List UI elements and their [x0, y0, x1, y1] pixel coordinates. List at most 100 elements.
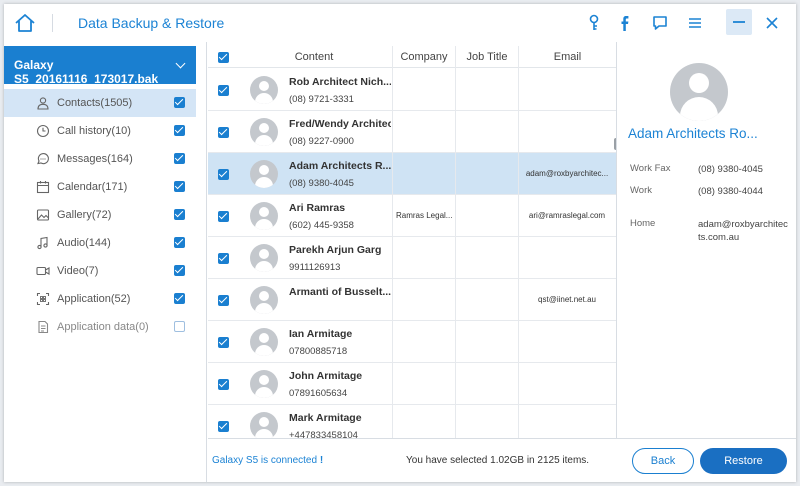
sidebar-item-call-history[interactable]: Call history(10): [4, 117, 196, 145]
column-header-content[interactable]: Content: [236, 46, 392, 68]
select-all-checkbox[interactable]: [218, 52, 229, 63]
category-list: Contacts(1505) Call history(10) Messages(1…: [4, 89, 196, 341]
device-backup-label: Galaxy S5_20161116_173017.bak: [14, 58, 159, 86]
column-header-job-title[interactable]: Job Title: [455, 46, 518, 68]
contact-name-cell: Parekh Arjun Garg: [289, 244, 382, 256]
table-row[interactable]: John Armitage 07891605634: [208, 363, 616, 405]
sidebar-item-label: Call history(10): [57, 125, 131, 137]
category-checkbox[interactable]: [174, 237, 185, 248]
category-checkbox[interactable]: [174, 265, 185, 276]
sidebar-item-label: Calendar(171): [57, 181, 128, 193]
connection-status: Galaxy S5 is connected !: [212, 455, 323, 466]
footer-bar: Galaxy S5 is connected ! You have select…: [208, 438, 796, 482]
row-checkbox[interactable]: [218, 127, 229, 138]
title-bar: Data Backup & Restore: [4, 4, 796, 42]
column-header-email[interactable]: Email: [518, 46, 616, 68]
avatar: [250, 76, 278, 104]
contact-phone-cell: 07800885718: [289, 346, 348, 357]
avatar: [250, 286, 278, 314]
company-cell: Ramras Legal...: [396, 211, 453, 220]
table-row[interactable]: Rob Architect Nich... (08) 9721-3331: [208, 69, 616, 111]
contact-phone-cell: (602) 445-9358: [289, 220, 354, 231]
sidebar-item-contacts[interactable]: Contacts(1505): [4, 89, 196, 117]
facebook-icon[interactable]: [615, 13, 635, 33]
minimize-button[interactable]: [726, 9, 752, 35]
category-checkbox[interactable]: [174, 125, 185, 136]
email-cell: qst@iinet.net.au: [538, 295, 596, 304]
table-row[interactable]: Parekh Arjun Garg 9911126913: [208, 237, 616, 279]
table-row[interactable]: Armanti of Busselt... qst@iinet.net.au: [208, 279, 616, 321]
contact-name-cell: Ari Ramras: [289, 202, 346, 214]
contacts-table: Content Company Job Title Email Rob Arch…: [208, 42, 616, 438]
contact-name-cell: Mark Armitage: [289, 412, 362, 424]
video-icon: [36, 264, 50, 278]
chevron-down-icon: [175, 58, 186, 69]
clock-icon: [36, 124, 50, 138]
avatar: [250, 328, 278, 356]
back-button[interactable]: Back: [632, 448, 694, 474]
category-checkbox[interactable]: [174, 321, 185, 332]
sidebar-item-label: Contacts(1505): [57, 97, 133, 109]
row-checkbox[interactable]: [218, 169, 229, 180]
row-checkbox[interactable]: [218, 85, 229, 96]
field-label-home: Home: [630, 218, 656, 229]
category-checkbox[interactable]: [174, 293, 185, 304]
row-checkbox[interactable]: [218, 421, 229, 432]
avatar: [250, 160, 278, 188]
sidebar-item-audio[interactable]: Audio(144): [4, 229, 196, 257]
row-checkbox[interactable]: [218, 379, 229, 390]
sidebar-item-messages[interactable]: Messages(164): [4, 145, 196, 173]
key-icon[interactable]: [584, 13, 604, 33]
sidebar-item-application-data[interactable]: Application data(0): [4, 313, 196, 341]
sidebar-item-gallery[interactable]: Gallery(72): [4, 201, 196, 229]
contact-phone-cell: 07891605634: [289, 388, 348, 399]
column-header-company[interactable]: Company: [392, 46, 455, 68]
row-checkbox[interactable]: [218, 211, 229, 222]
email-cell: adam@roxbyarchitec...: [525, 169, 609, 178]
field-label-work-fax: Work Fax: [630, 163, 671, 174]
category-checkbox[interactable]: [174, 153, 185, 164]
avatar: [250, 412, 278, 438]
close-icon[interactable]: [762, 13, 782, 33]
category-checkbox[interactable]: [174, 181, 185, 192]
row-checkbox[interactable]: [218, 253, 229, 264]
table-row[interactable]: Adam Architects R... (08) 9380-4045 adam@r…: [208, 153, 616, 195]
app-window: Data Backup & Restore Galaxy S5_20161116…: [4, 4, 796, 482]
device-backup-dropdown[interactable]: Galaxy S5_20161116_173017.bak: [4, 46, 196, 86]
table-row[interactable]: Mark Armitage +447833458104: [208, 405, 616, 438]
sidebar-item-video[interactable]: Video(7): [4, 257, 196, 285]
app-title: Data Backup & Restore: [78, 15, 225, 31]
table-row[interactable]: Ian Armitage 07800885718: [208, 321, 616, 363]
contact-name-cell: Armanti of Busselt...: [289, 286, 391, 298]
restore-button[interactable]: Restore: [700, 448, 787, 474]
sidebar-item-label: Messages(164): [57, 153, 133, 165]
contact-phone-cell: 9911126913: [289, 262, 341, 273]
row-checkbox[interactable]: [218, 337, 229, 348]
minimize-icon: [733, 21, 745, 23]
menu-icon[interactable]: [685, 13, 705, 33]
table-row[interactable]: Ari Ramras (602) 445-9358 Ramras Legal... a…: [208, 195, 616, 237]
title-separator: [52, 14, 53, 32]
contact-phone-cell: (08) 9380-4045: [289, 178, 354, 189]
contact-phone-cell: (08) 9227-0900: [289, 136, 354, 147]
calendar-icon: [36, 180, 50, 194]
sidebar-item-label: Video(7): [57, 265, 99, 277]
selection-summary: You have selected 1.02GB in 2125 items.: [406, 455, 590, 466]
apps-icon: [36, 292, 50, 306]
sidebar-item-calendar[interactable]: Calendar(171): [4, 173, 196, 201]
avatar: [250, 118, 278, 146]
table-row[interactable]: Fred/Wendy Architect... (08) 9227-0900: [208, 111, 616, 153]
category-checkbox[interactable]: [174, 209, 185, 220]
contact-avatar: [670, 63, 728, 121]
feedback-icon[interactable]: [650, 13, 670, 33]
avatar: [250, 370, 278, 398]
column-divider: [455, 46, 456, 438]
sidebar-item-application[interactable]: Application(52): [4, 285, 196, 313]
column-divider: [518, 46, 519, 438]
row-checkbox[interactable]: [218, 295, 229, 306]
column-divider: [392, 46, 393, 438]
contact-name-cell: Fred/Wendy Architect...: [289, 118, 391, 130]
category-checkbox[interactable]: [174, 97, 185, 108]
home-icon[interactable]: [14, 13, 36, 33]
table-header: Content Company Job Title Email: [208, 46, 616, 68]
